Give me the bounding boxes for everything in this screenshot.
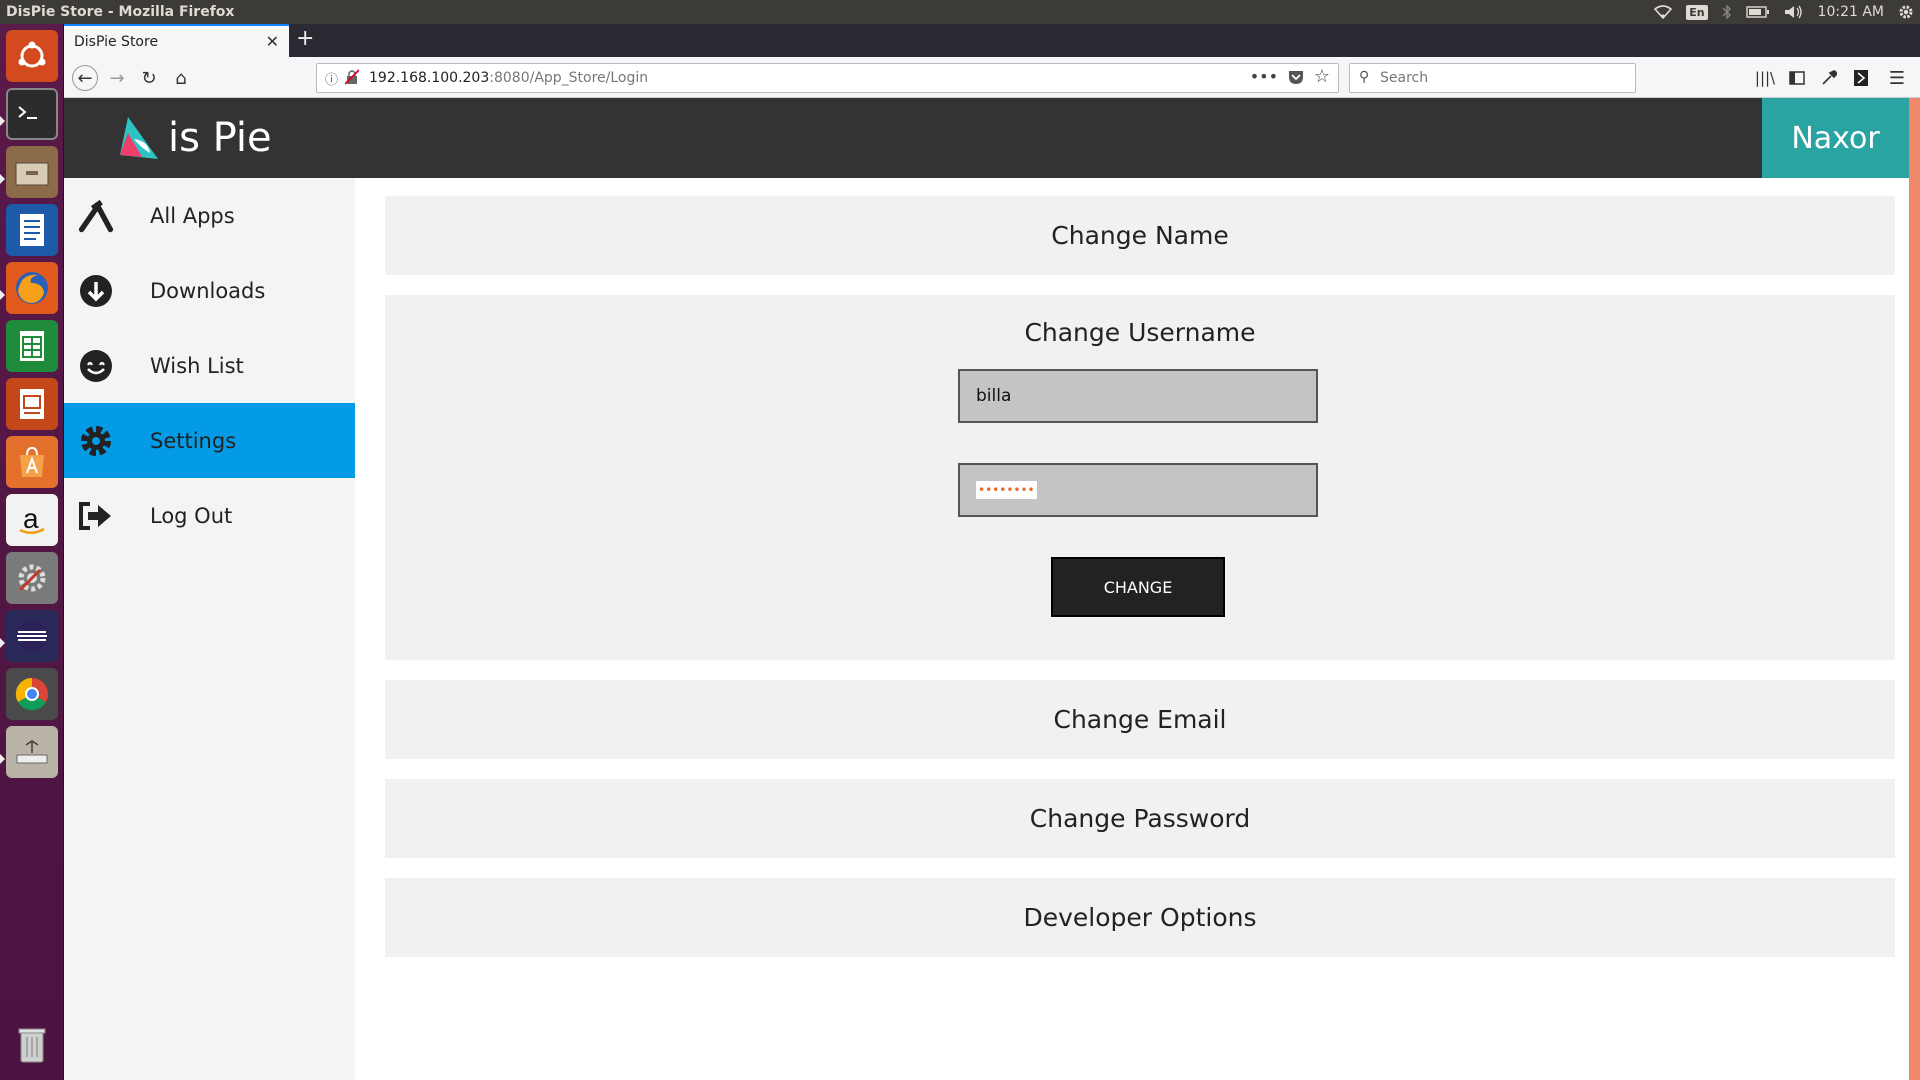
clock[interactable]: 10:21 AM	[1818, 4, 1884, 20]
change-button[interactable]: CHANGE	[1051, 557, 1225, 617]
smile-icon	[78, 348, 114, 384]
tab-dispie-store[interactable]: DisPie Store ✕	[64, 24, 289, 57]
eyedropper-icon[interactable]	[1816, 65, 1842, 91]
close-tab-icon[interactable]: ✕	[266, 32, 279, 51]
page-edge-strip	[1909, 98, 1920, 1080]
web-page: is Pie Naxor All Apps Downloads Wish Lis…	[64, 98, 1909, 1080]
system-gear-icon[interactable]	[1898, 0, 1914, 24]
chrome-icon[interactable]	[6, 668, 58, 720]
change-name-panel[interactable]: Change Name	[385, 196, 1895, 275]
username-input[interactable]: billa	[958, 369, 1318, 423]
ubuntu-dash-icon[interactable]	[6, 30, 58, 82]
all-apps-icon	[78, 198, 114, 234]
password-value: ••••••••	[976, 481, 1037, 499]
reload-icon[interactable]: ↻	[136, 65, 162, 91]
forward-arrow-icon[interactable]: →	[104, 65, 130, 91]
sidebar-item-label: All Apps	[150, 203, 235, 228]
change-password-title: Change Password	[1029, 804, 1251, 833]
tab-strip: DisPie Store ✕ +	[64, 24, 1920, 57]
url-text: 192.168.100.203:8080/App_Store/Login	[317, 70, 648, 86]
search-placeholder: Search	[1380, 70, 1429, 86]
url-bar[interactable]: ⓘ 192.168.100.203:8080/App_Store/Login •…	[316, 63, 1339, 93]
insecure-lock-icon[interactable]	[344, 69, 360, 89]
bookmark-star-icon[interactable]: ☆	[1314, 66, 1330, 87]
launcher-running-indicator	[0, 290, 5, 300]
terminal-icon[interactable]	[6, 88, 58, 140]
pocket-icon[interactable]	[1288, 69, 1304, 89]
usb-creator-icon[interactable]	[6, 726, 58, 778]
impress-icon[interactable]	[6, 378, 58, 430]
tab-title: DisPie Store	[74, 33, 159, 50]
url-host: 192.168.100.203	[369, 70, 490, 86]
search-icon: ⚲	[1359, 69, 1370, 85]
lang-label: En	[1686, 4, 1708, 20]
sidebar-item-label: Settings	[150, 428, 237, 453]
username-value: billa	[976, 386, 1012, 406]
back-arrow-icon[interactable]: ←	[72, 65, 98, 91]
system-tray: En 10:21 AM	[1654, 0, 1914, 24]
volume-icon[interactable]	[1784, 0, 1804, 24]
user-name: Naxor	[1791, 120, 1880, 156]
sidebar-item-wish-list[interactable]: Wish List	[64, 328, 355, 403]
calc-icon[interactable]	[6, 320, 58, 372]
sidebar-item-label: Wish List	[150, 353, 244, 378]
logo-text: is Pie	[168, 115, 272, 161]
sidebar-item-label: Log Out	[150, 503, 233, 528]
developer-options-title: Developer Options	[1023, 903, 1257, 932]
navigation-toolbar: ← → ↻ ⌂ ⓘ 192.168.100.203:8080/App_Store…	[64, 57, 1920, 98]
wifi-icon[interactable]	[1654, 0, 1673, 24]
eclipse-icon[interactable]	[6, 610, 58, 662]
hamburger-menu-icon[interactable]: ☰	[1884, 65, 1910, 91]
url-path: :8080/App_Store/Login	[489, 70, 649, 86]
new-tab-icon[interactable]: +	[296, 26, 314, 51]
change-password-panel[interactable]: Change Password	[385, 779, 1895, 858]
writer-icon[interactable]	[6, 204, 58, 256]
change-name-title: Change Name	[1051, 221, 1229, 250]
amazon-icon[interactable]: a	[6, 494, 58, 546]
launcher-running-indicator	[0, 754, 5, 764]
sidebar-item-log-out[interactable]: Log Out	[64, 478, 355, 553]
software-center-icon[interactable]	[6, 436, 58, 488]
user-name-button[interactable]: Naxor	[1762, 98, 1909, 178]
svg-text:a: a	[23, 503, 39, 534]
ubuntu-launcher: a	[0, 24, 64, 1080]
page-actions-icon[interactable]: •••	[1250, 67, 1278, 86]
sidebar-item-downloads[interactable]: Downloads	[64, 253, 355, 328]
change-username-panel: Change Username billa •••••••• CHANGE	[385, 295, 1895, 660]
window-title: DisPie Store - Mozilla Firefox	[6, 4, 235, 20]
files-icon[interactable]	[6, 146, 58, 198]
sidebar-item-all-apps[interactable]: All Apps	[64, 178, 355, 253]
sidebar-toggle-icon[interactable]	[1784, 65, 1810, 91]
trash-icon[interactable]	[6, 1018, 58, 1070]
developer-options-panel[interactable]: Developer Options	[385, 878, 1895, 957]
sidebar-item-settings[interactable]: Settings	[64, 403, 355, 478]
battery-icon[interactable]	[1745, 0, 1770, 24]
launcher-running-indicator	[0, 174, 5, 184]
download-icon	[78, 273, 114, 309]
app-logo[interactable]: is Pie	[114, 108, 272, 168]
info-icon[interactable]: ⓘ	[325, 69, 338, 88]
launcher-running-indicator	[0, 116, 5, 126]
logout-icon	[78, 498, 114, 534]
library-icon[interactable]: |||\	[1752, 65, 1778, 91]
search-input[interactable]: ⚲ Search	[1349, 63, 1636, 93]
sidebar-item-label: Downloads	[150, 278, 266, 303]
app-header: is Pie Naxor	[64, 98, 1909, 178]
system-settings-icon[interactable]	[6, 552, 58, 604]
launcher-running-indicator	[0, 638, 5, 648]
bluetooth-icon[interactable]	[1722, 0, 1732, 24]
keyboard-layout-indicator[interactable]: En	[1686, 0, 1708, 24]
extension-icon[interactable]	[1848, 65, 1874, 91]
gear-icon	[78, 423, 114, 459]
password-input[interactable]: ••••••••	[958, 463, 1318, 517]
change-username-title: Change Username	[1024, 318, 1256, 347]
change-email-title: Change Email	[1053, 705, 1227, 734]
change-email-panel[interactable]: Change Email	[385, 680, 1895, 759]
home-icon[interactable]: ⌂	[168, 65, 194, 91]
firefox-icon[interactable]	[6, 262, 58, 314]
dispie-logo-icon	[120, 117, 158, 159]
system-top-panel: DisPie Store - Mozilla Firefox En 10:21 …	[0, 0, 1920, 24]
sidebar: All Apps Downloads Wish List Settings Lo…	[64, 178, 355, 1080]
